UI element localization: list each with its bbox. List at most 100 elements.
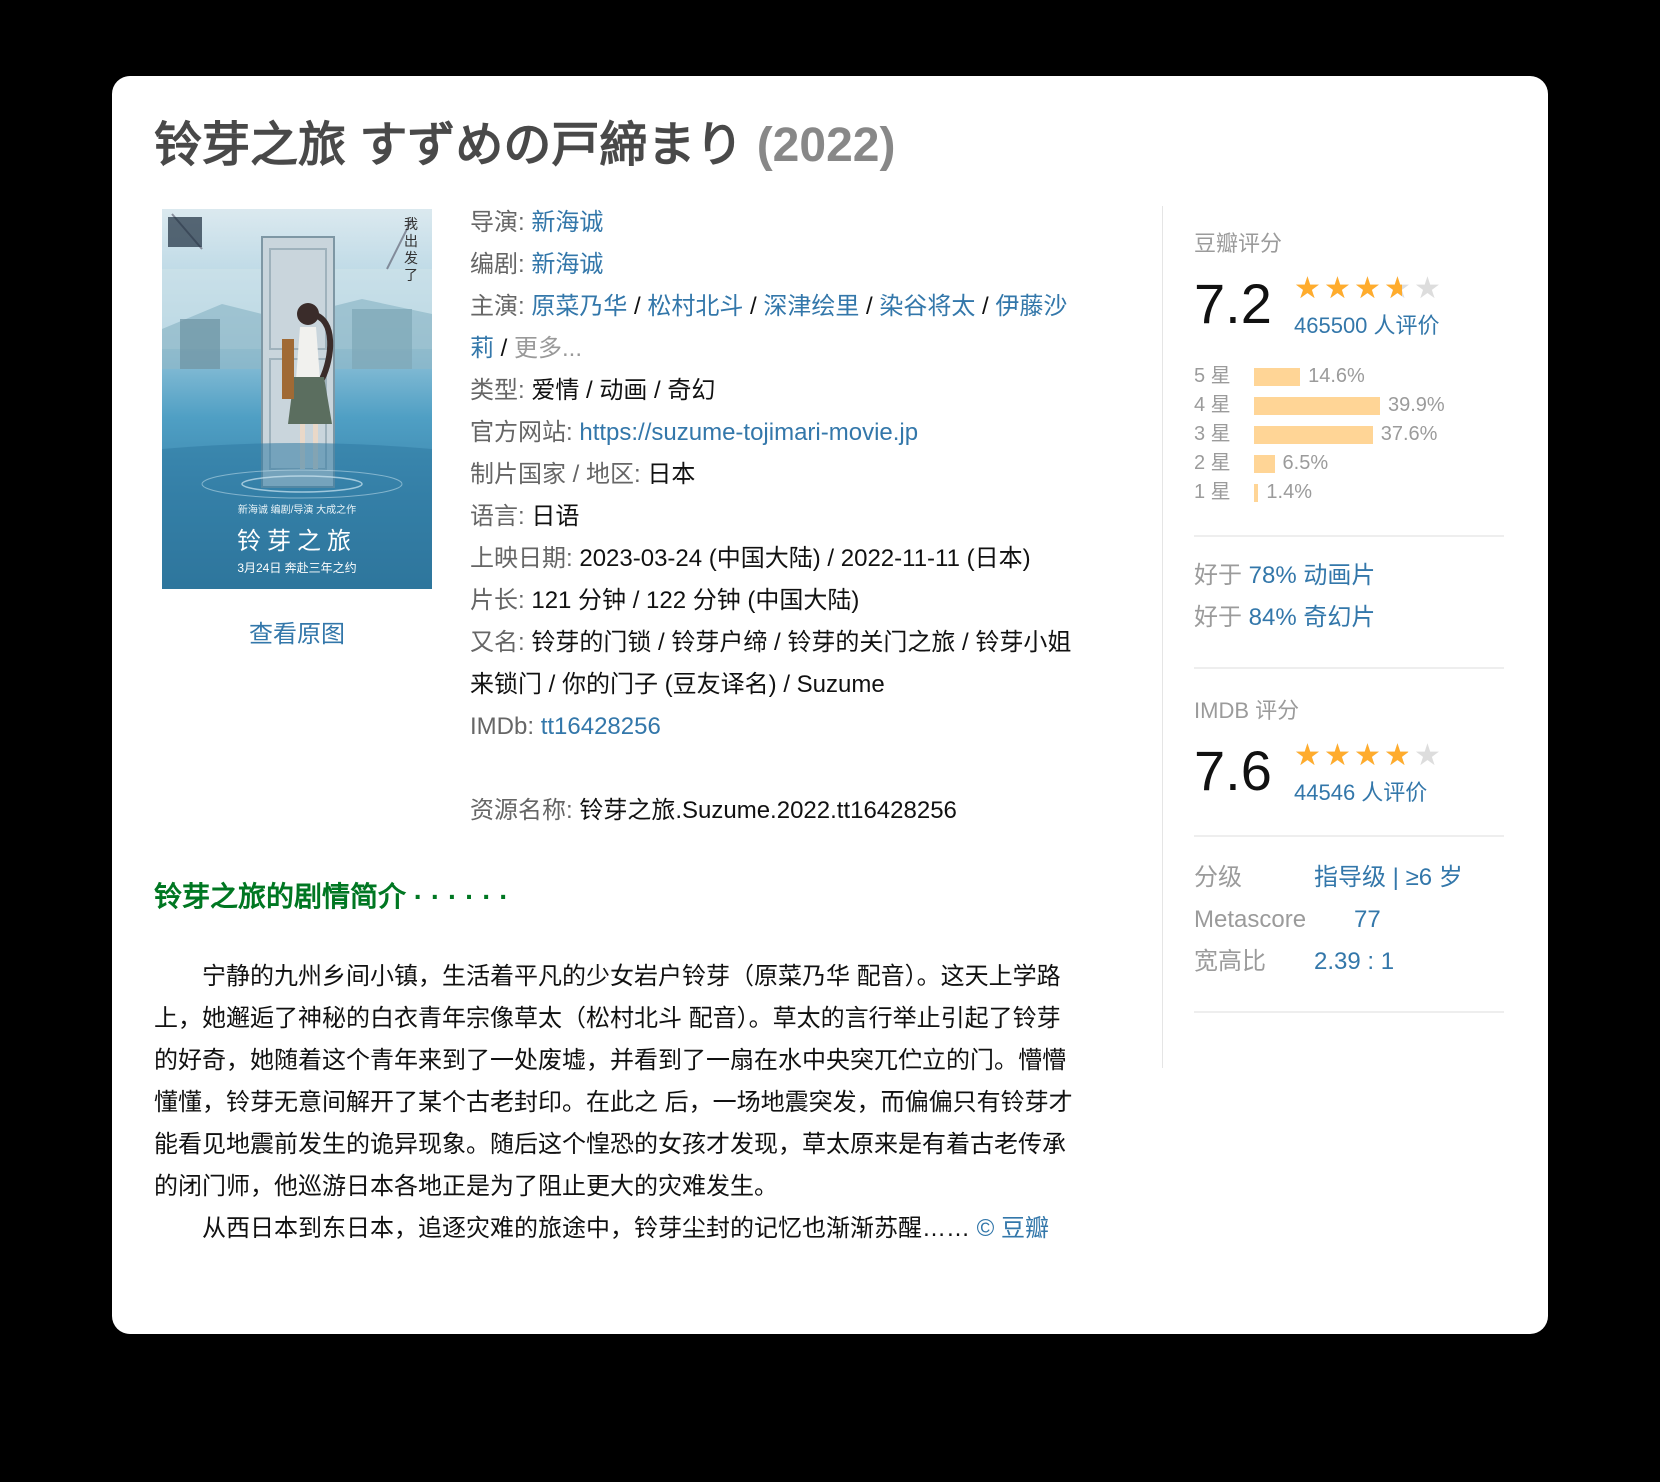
imdb-link[interactable]: tt16428256 [541,713,661,740]
divider [1194,1011,1504,1013]
meta-metascore-value: 77 [1354,906,1381,933]
better-than-link[interactable]: 78% 动画片 [1249,562,1376,589]
synopsis-paragraph: 宁静的九州乡间小镇，生活着平凡的少女岩户铃芽（原菜乃华 配音）。这天上学路上，她… [154,963,1073,1200]
imdb-stars: ★★★★★★★★★★ [1294,741,1444,771]
country-label: 制片国家 / 地区 [470,461,635,488]
resource-label: 资源名称 [470,797,566,824]
divider [1194,535,1504,537]
douban-score: 7.2 [1194,272,1272,335]
synopsis-paragraph-2: 从西日本到东日本，追逐灾难的旅途中，铃芽尘封的记忆也渐渐苏醒…… © 豆瓣 [154,1208,1074,1250]
cast-more-link[interactable]: 更多... [514,335,582,362]
better-than: 好于 78% 动画片 好于 84% 奇幻片 [1194,555,1504,639]
star-icon: ★★ [1294,739,1321,772]
cast-link[interactable]: 原菜乃华 [531,293,627,320]
distribution-star-label: 5 星 [1194,365,1231,387]
distribution-bar [1254,368,1301,386]
rating-distribution-row: 3 星 37.6% [1194,420,1504,449]
imdb-score: 7.6 [1194,739,1272,802]
rating-distribution: 5 星 14.6% 4 星 39.9% 3 星 37.6% 2 星 6.5% 1 星 1.4% [1194,362,1504,507]
director-label: 导演 [470,209,518,236]
douban-rating-label: 豆瓣评分 [1194,231,1283,256]
view-original-link[interactable]: 查看原图 [162,614,432,649]
better-than-link[interactable]: 84% 奇幻片 [1249,604,1376,631]
cast-link-tail[interactable]: 莉 [470,335,494,362]
distribution-bar [1254,484,1259,502]
cast-link[interactable]: 深津绘里 [763,293,859,320]
cast-link[interactable]: 伊藤沙 [995,293,1067,320]
movie-poster[interactable]: 我出发了 新海诚 编剧/导演 大成之作 铃芽之旅 3月24日 奔赴三年之约 [162,209,432,589]
info-country: 制片国家 / 地区: 日本 [470,461,696,488]
distribution-star-label: 2 星 [1194,452,1231,474]
language-value: 日语 [531,503,580,530]
writer-link[interactable]: 新海诚 [531,251,603,278]
aka-label: 又名 [470,629,518,656]
distribution-star-label: 4 星 [1194,394,1231,416]
poster-title: 铃芽之旅 [237,527,357,555]
meta-aspect-label: 宽高比 [1194,948,1266,975]
genre-label: 类型 [470,377,518,404]
info-cast: 主演: 原菜乃华 / 松村北斗 / 深津绘里 / 染谷将太 / 伊藤沙莉 / 更… [470,293,1068,362]
page-title: 铃芽之旅 すずめの戸締まり (2022) [154,110,895,182]
info-imdb: IMDb: tt16428256 [470,713,661,740]
imdb-votes-link[interactable]: 44546 人评价 [1294,775,1427,807]
distribution-star-label: 3 星 [1194,423,1231,445]
meta-rating-label: 分级 [1194,864,1242,891]
synopsis-paragraph-text: 从西日本到东日本，追逐灾难的旅途中，铃芽尘封的记忆也渐渐苏醒…… [202,1215,970,1242]
star-icon: ★★ [1384,739,1411,772]
poster-tagline: 新海诚 编剧/导演 大成之作 [237,505,357,516]
director-link[interactable]: 新海诚 [531,209,603,236]
resource-value: 铃芽之旅.Suzume.2022.tt16428256 [579,797,957,824]
cast-label: 主演 [470,293,518,320]
meta-metascore-row: Metascore 77 [1194,899,1504,941]
meta-rating-value: 指导级 | ≥6 岁 [1314,864,1463,891]
star-icon: ★★ [1324,272,1351,305]
star-icon: ★★ [1414,272,1441,305]
rating-sidebar: 豆瓣评分 7.2 ★★★★★★★★★★ 465500 人评价 5 星14.6%4… [1194,206,1504,1013]
divider [1194,835,1504,837]
aka-value-line1: 铃芽的门锁 / 铃芽户缔 / 铃芽的关门之旅 / 铃芽小姐 [531,629,1072,656]
star-icon: ★★ [1354,272,1381,305]
synopsis-body: 宁静的九州乡间小镇，生活着平凡的少女岩户铃芽（原菜乃华 配音）。这天上学路上，她… [154,956,1074,1250]
aka-value-line2: 来锁门 / 你的门子 (豆友译名) / Suzume [470,671,885,698]
info-aka: 又名: 铃芽的门锁 / 铃芽户缔 / 铃芽的关门之旅 / 铃芽小姐 来锁门 / 你… [470,629,1072,698]
star-icon: ★★ [1354,739,1381,772]
movie-card: 铃芽之旅 すずめの戸締まり (2022) 我出发了 新海诚 编剧/导演 大成之作 [112,76,1548,1334]
douban-votes-link[interactable]: 465500 人评价 [1294,308,1440,340]
rating-distribution-row: 4 星 39.9% [1194,391,1504,420]
star-icon: ★★ [1414,739,1441,772]
website-label: 官方网站 [470,419,566,446]
info-director: 导演: 新海诚 [470,209,604,236]
better-than-row: 好于 84% 奇幻片 [1194,597,1504,639]
douban-credit-link[interactable]: © 豆瓣 [977,1215,1049,1242]
rating-distribution-row: 2 星 6.5% [1194,449,1504,478]
douban-stars: ★★★★★★★★★★ [1294,274,1444,304]
distribution-percent: 14.6% [1308,365,1365,387]
genre-value: 爱情 / 动画 / 奇幻 [531,377,716,404]
distribution-percent: 6.5% [1282,452,1329,474]
distribution-bar [1254,397,1380,415]
movie-info: 导演: 新海诚 编剧: 新海诚 主演: 原菜乃华 / 松村北斗 / 深津绘里 /… [470,202,1130,832]
info-website: 官方网站: https://suzume-tojimari-movie.jp [470,419,919,446]
distribution-percent: 39.9% [1388,394,1445,416]
cast-link[interactable]: 染谷将太 [879,293,975,320]
distribution-star-label: 1 星 [1194,481,1231,503]
country-value: 日本 [647,461,696,488]
star-icon: ★★ [1324,739,1351,772]
synopsis-heading: 铃芽之旅的剧情简介 · · · · · · [154,881,509,912]
imdb-score-row: 7.6 ★★★★★★★★★★ 44546 人评价 [1194,735,1504,807]
better-than-prefix: 好于 [1194,562,1242,589]
douban-score-row: 7.2 ★★★★★★★★★★ 465500 人评价 [1194,268,1504,340]
poster-vertical-text: 我出发了 [404,217,418,284]
title-year: (2022) [756,119,896,172]
cast-link[interactable]: 松村北斗 [647,293,743,320]
release-label: 上映日期 [470,545,566,572]
distribution-percent: 37.6% [1380,423,1438,445]
runtime-label: 片长 [470,587,518,614]
info-writer: 编剧: 新海诚 [470,251,604,278]
info-genre: 类型: 爱情 / 动画 / 奇幻 [470,377,716,404]
website-link[interactable]: https://suzume-tojimari-movie.jp [579,419,918,446]
imdb-label: IMDb [470,713,528,740]
language-label: 语言 [470,503,518,530]
imdb-rating-label: IMDB 评分 [1194,698,1300,723]
poster-date: 3月24日 奔赴三年之约 [237,561,357,575]
